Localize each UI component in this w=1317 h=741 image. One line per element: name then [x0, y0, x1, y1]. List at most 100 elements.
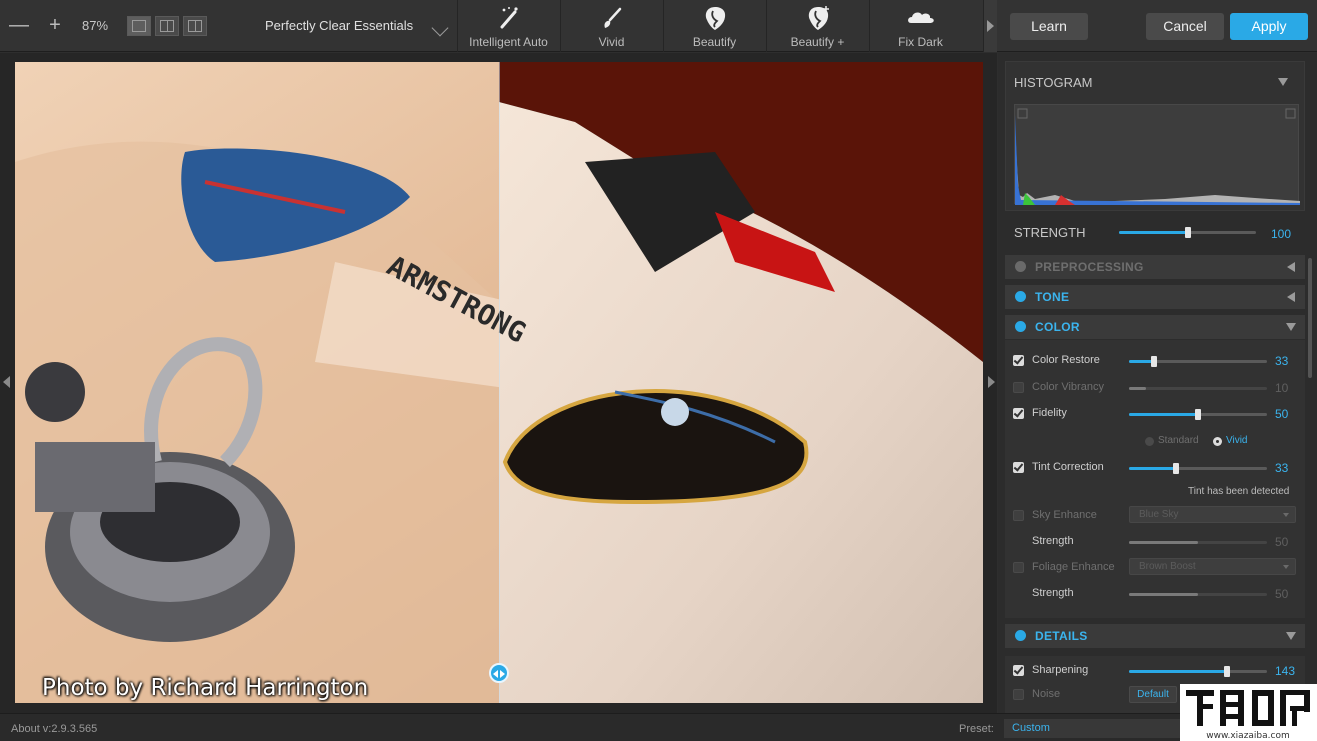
cloud-icon: [907, 12, 934, 23]
preset-group-dropdown[interactable]: Perfectly Clear Essentials: [256, 0, 456, 52]
histogram-curve: [1015, 108, 1300, 205]
section-preprocessing[interactable]: PREPROCESSING: [1005, 255, 1305, 279]
noise-default-button[interactable]: Default: [1129, 686, 1177, 703]
preset-beautify-plus[interactable]: Beautify +: [766, 0, 868, 52]
side-by-side-view-button[interactable]: [183, 16, 207, 36]
brush-icon: [603, 7, 621, 28]
split-view-button[interactable]: [155, 16, 179, 36]
expand-arrow-icon[interactable]: [1287, 292, 1295, 302]
panel-scrollbar[interactable]: [1308, 258, 1312, 378]
fidelity-checkbox[interactable]: [1013, 408, 1024, 419]
watermark-url: www.xiazaiba.com: [1206, 731, 1290, 741]
slider-knob[interactable]: [1184, 227, 1191, 238]
slider-knob[interactable]: [1223, 666, 1230, 677]
control-label: Tint Correction: [1032, 461, 1104, 473]
sky-enhance-dropdown[interactable]: Blue Sky: [1129, 506, 1296, 523]
preset-strip-scroll-button[interactable]: [983, 0, 997, 52]
noise-checkbox[interactable]: [1013, 689, 1024, 700]
control-label: Foliage Enhance: [1032, 561, 1115, 573]
zoom-level: 87%: [82, 18, 109, 33]
foliage-strength-slider[interactable]: [1129, 593, 1267, 596]
strength-value: 100: [1271, 227, 1292, 241]
color-restore-row: Color Restore 33: [1005, 351, 1305, 373]
preset-label: Beautify: [692, 35, 737, 49]
adjustments-panel: HISTOGRAM STRENGTH 100 PREPROCESSING TON…: [998, 53, 1317, 713]
slider-knob[interactable]: [1172, 463, 1179, 474]
control-value: 50: [1275, 535, 1289, 549]
section-toggle-dot[interactable]: [1015, 630, 1026, 641]
fidelity-row: Fidelity 50: [1005, 404, 1305, 426]
collapse-histogram-icon[interactable]: [1278, 78, 1288, 86]
collapse-right-arrow-icon[interactable]: [988, 376, 995, 388]
section-toggle-dot[interactable]: [1015, 291, 1026, 302]
sharpening-checkbox[interactable]: [1013, 665, 1024, 676]
chevron-right-icon: [987, 20, 994, 32]
face-icon: [705, 7, 725, 30]
watermark-logo-icon: www.xiazaiba.com: [1180, 684, 1317, 741]
sky-enhance-checkbox[interactable]: [1013, 510, 1024, 521]
color-restore-slider[interactable]: [1129, 356, 1267, 367]
tint-correction-slider[interactable]: [1129, 463, 1267, 474]
preset-intelligent-auto[interactable]: Intelligent Auto: [457, 0, 559, 52]
section-color[interactable]: COLOR: [1005, 315, 1305, 339]
slider-knob[interactable]: [1150, 356, 1157, 367]
preset-status-dropdown[interactable]: Custom: [1004, 719, 1180, 738]
photo-credit-text: Photo by Richard Harrington: [42, 675, 369, 701]
histogram-title: HISTOGRAM: [1014, 75, 1093, 90]
preset-vivid[interactable]: Vivid: [560, 0, 662, 52]
strength-slider[interactable]: [1119, 227, 1256, 238]
about-version-link[interactable]: About v:2.9.3.565: [11, 723, 97, 735]
magic-wand-icon: [500, 7, 518, 29]
learn-button[interactable]: Learn: [1010, 13, 1088, 40]
preset-fix-dark[interactable]: Fix Dark: [869, 0, 971, 52]
single-view-button[interactable]: [127, 16, 151, 36]
section-tone[interactable]: TONE: [1005, 285, 1305, 309]
foliage-enhance-checkbox[interactable]: [1013, 562, 1024, 573]
section-details[interactable]: DETAILS: [1005, 624, 1305, 648]
section-toggle-dot[interactable]: [1015, 261, 1026, 272]
radio-label: Standard: [1158, 435, 1199, 446]
section-title: COLOR: [1035, 320, 1080, 334]
section-toggle-dot[interactable]: [1015, 321, 1026, 332]
control-value: 33: [1275, 354, 1289, 368]
fidelity-slider[interactable]: [1129, 409, 1267, 420]
sharpening-row: Sharpening 143: [1005, 661, 1305, 683]
zoom-in-button[interactable]: +: [44, 12, 66, 38]
color-restore-checkbox[interactable]: [1013, 355, 1024, 366]
sharpening-slider[interactable]: [1129, 666, 1267, 677]
app-window: — + 87% Perfectly Clear Essentials Intel…: [0, 0, 1317, 741]
control-label: Color Restore: [1032, 354, 1100, 366]
single-view-icon: [132, 20, 146, 32]
preset-beautify[interactable]: Beautify: [663, 0, 765, 52]
top-toolbar: — + 87% Perfectly Clear Essentials Intel…: [0, 0, 1317, 52]
tint-detected-note: Tint has been detected: [1188, 486, 1290, 497]
expand-arrow-icon[interactable]: [1287, 262, 1295, 272]
control-value: 33: [1275, 461, 1289, 475]
slider-knob[interactable]: [1195, 409, 1201, 420]
split-drag-handle[interactable]: [489, 663, 509, 683]
section-title: PREPROCESSING: [1035, 260, 1144, 274]
color-vibrancy-row: Color Vibrancy 10: [1005, 378, 1305, 400]
control-value: 50: [1275, 587, 1289, 601]
foliage-strength-row: Strength 50: [1005, 584, 1305, 606]
collapse-arrow-icon[interactable]: [1286, 632, 1296, 640]
sky-strength-slider[interactable]: [1129, 541, 1267, 544]
collapse-arrow-icon[interactable]: [1286, 323, 1296, 331]
tint-correction-checkbox[interactable]: [1013, 462, 1024, 473]
image-canvas[interactable]: ARMSTRONG Photo by Richard Harrington: [0, 53, 997, 713]
before-after-split-line[interactable]: [499, 62, 500, 703]
zoom-out-button[interactable]: —: [8, 12, 30, 38]
foliage-enhance-dropdown[interactable]: Brown Boost: [1129, 558, 1296, 575]
color-vibrancy-checkbox[interactable]: [1013, 382, 1024, 393]
color-vibrancy-slider[interactable]: [1129, 387, 1267, 390]
control-value: 10: [1275, 381, 1289, 395]
cancel-button[interactable]: Cancel: [1146, 13, 1224, 40]
apply-button[interactable]: Apply: [1230, 13, 1308, 40]
preset-label: Vivid: [598, 35, 625, 49]
preset-group-name: Perfectly Clear Essentials: [265, 18, 414, 33]
status-bar: About v:2.9.3.565 Preset: Custom: [0, 713, 1317, 741]
preset-status-label: Preset:: [959, 723, 994, 735]
preset-label: Fix Dark: [898, 35, 943, 49]
collapse-left-arrow-icon[interactable]: [3, 376, 10, 388]
sky-strength-row: Strength 50: [1005, 532, 1305, 554]
